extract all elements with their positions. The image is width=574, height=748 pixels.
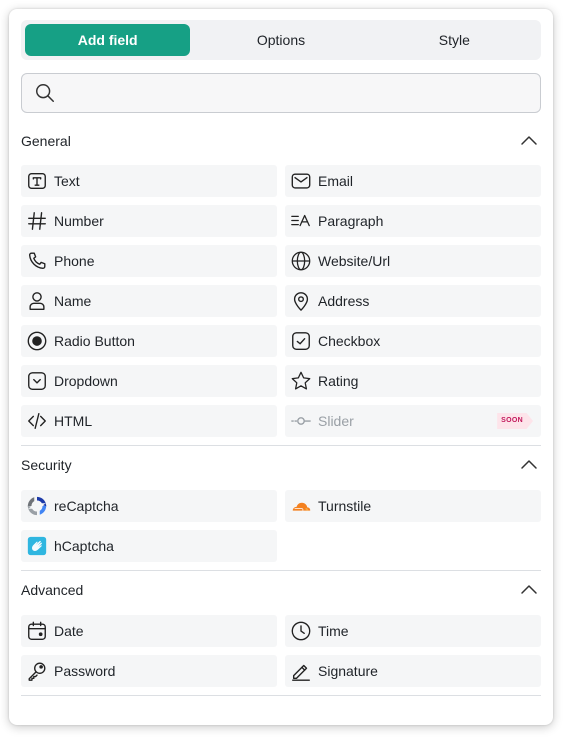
field-signature[interactable]: Signature [285, 655, 541, 687]
field-dropdown[interactable]: Dropdown [21, 365, 277, 397]
field-label: Turnstile [318, 498, 372, 514]
search-icon [36, 84, 54, 102]
field-label: Rating [318, 373, 359, 389]
field-label: Phone [54, 253, 95, 269]
field-label: Password [54, 663, 116, 679]
section-divider [21, 695, 541, 696]
recaptcha-icon [26, 495, 48, 517]
field-email[interactable]: Email [285, 165, 541, 197]
clock-icon [290, 620, 312, 642]
section-advanced-header[interactable]: Advanced [21, 578, 541, 602]
field-slider: Slider SOON [285, 405, 541, 437]
field-recaptcha[interactable]: reCaptcha [21, 490, 277, 522]
field-label: Name [54, 293, 92, 309]
tab-bar: Add field Options Style [21, 20, 541, 60]
field-label: reCaptcha [54, 498, 119, 514]
paragraph-icon [290, 210, 312, 232]
field-rating[interactable]: Rating [285, 365, 541, 397]
field-label: hCaptcha [54, 538, 114, 554]
envelope-icon [290, 170, 312, 192]
field-label: Slider [318, 413, 354, 429]
field-label: Paragraph [318, 213, 384, 229]
user-icon [26, 290, 48, 312]
section-title: Advanced [21, 582, 84, 598]
field-paragraph[interactable]: Paragraph [285, 205, 541, 237]
chevron-up-icon[interactable] [519, 580, 539, 600]
section-title: Security [21, 457, 72, 473]
field-label: Number [54, 213, 104, 229]
globe-icon [290, 250, 312, 272]
tab-style[interactable]: Style [372, 24, 537, 56]
field-address[interactable]: Address [285, 285, 541, 317]
phone-icon [26, 250, 48, 272]
hcaptcha-icon [26, 535, 48, 557]
section-divider [21, 570, 541, 571]
field-password[interactable]: Password [21, 655, 277, 687]
add-field-panel: Add field Options Style General Text Ema… [9, 9, 553, 725]
tab-options[interactable]: Options [198, 24, 363, 56]
key-icon [26, 660, 48, 682]
section-general-header[interactable]: General [21, 129, 541, 153]
field-label: Signature [318, 663, 378, 679]
field-name[interactable]: Name [21, 285, 277, 317]
field-phone[interactable]: Phone [21, 245, 277, 277]
section-security-header[interactable]: Security [21, 453, 541, 477]
field-time[interactable]: Time [285, 615, 541, 647]
field-label: Email [318, 173, 354, 189]
field-label: Time [318, 623, 349, 639]
soon-badge: SOON [497, 413, 533, 429]
field-turnstile[interactable]: Turnstile [285, 490, 541, 522]
checkbox-icon [290, 330, 312, 352]
field-label: Website/Url [318, 253, 391, 269]
code-icon [26, 410, 48, 432]
field-hcaptcha[interactable]: hCaptcha [21, 530, 277, 562]
map-pin-icon [290, 290, 312, 312]
section-title: General [21, 133, 71, 149]
star-icon [290, 370, 312, 392]
cloud-icon [290, 495, 312, 517]
pen-icon [290, 660, 312, 682]
field-label: Checkbox [318, 333, 381, 349]
hash-icon [26, 210, 48, 232]
field-text[interactable]: Text [21, 165, 277, 197]
slider-icon [290, 410, 312, 432]
search-box [21, 73, 541, 113]
radio-icon [26, 330, 48, 352]
field-label: Dropdown [54, 373, 118, 389]
field-date[interactable]: Date [21, 615, 277, 647]
chevron-up-icon[interactable] [519, 455, 539, 475]
field-radio[interactable]: Radio Button [21, 325, 277, 357]
field-label: HTML [54, 413, 93, 429]
field-website[interactable]: Website/Url [285, 245, 541, 277]
search-input[interactable] [66, 80, 530, 108]
field-html[interactable]: HTML [21, 405, 277, 437]
tab-add-field[interactable]: Add field [25, 24, 191, 56]
field-number[interactable]: Number [21, 205, 277, 237]
field-label: Address [318, 293, 370, 309]
dropdown-icon [26, 370, 48, 392]
calendar-icon [26, 620, 48, 642]
field-checkbox[interactable]: Checkbox [285, 325, 541, 357]
field-label: Radio Button [54, 333, 135, 349]
field-label: Text [54, 173, 80, 189]
section-divider [21, 445, 541, 446]
field-label: Date [54, 623, 84, 639]
chevron-up-icon[interactable] [519, 131, 539, 151]
text-icon [26, 170, 48, 192]
